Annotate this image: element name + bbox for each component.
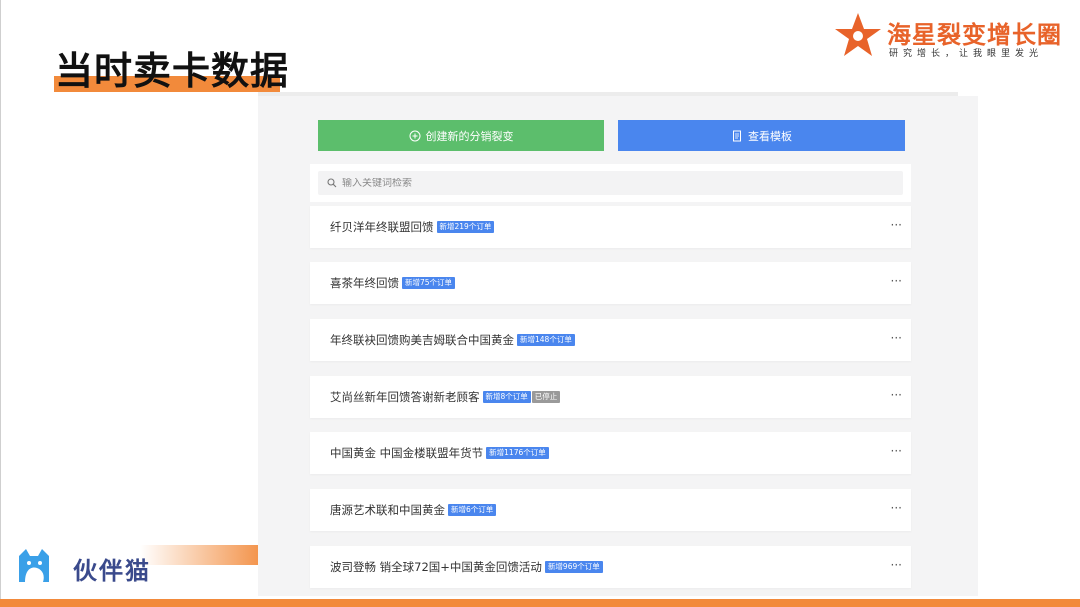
campaign-card[interactable]: 喜茶年终回馈 新增75个订单 ··· — [310, 262, 911, 304]
search-box[interactable] — [318, 171, 903, 195]
order-count-badge: 新增75个订单 — [402, 277, 456, 289]
search-area — [310, 164, 911, 202]
footer-brand-text: 伙伴猫 — [73, 557, 151, 585]
star-icon — [835, 13, 881, 56]
cat-logo-icon — [19, 549, 49, 582]
order-count-badge: 新增219个订单 — [436, 221, 495, 233]
campaign-title: 艾尚丝新年回馈答谢新老顾客 — [330, 390, 480, 404]
more-options-icon[interactable]: ··· — [891, 559, 902, 571]
bottom-accent-bar — [0, 599, 1080, 607]
more-options-icon[interactable]: ··· — [891, 502, 902, 514]
more-options-icon[interactable]: ··· — [891, 445, 902, 457]
order-count-badge: 新增1176个订单 — [486, 447, 549, 459]
campaign-card[interactable]: 唐源艺术联和中国黄金 新增6个订单 ··· — [310, 489, 911, 531]
create-distribution-button[interactable]: 创建新的分销裂变 — [318, 120, 604, 151]
campaign-title: 纤贝洋年终联盟回馈 — [330, 220, 434, 234]
more-options-icon[interactable]: ··· — [891, 275, 902, 287]
plus-circle-icon — [409, 130, 420, 141]
slide-title: 当时卖卡数据 — [55, 49, 290, 93]
footer-logo: 伙伴猫 — [15, 543, 175, 587]
brand-slogan: 研究增长，让我眼里发光 — [889, 49, 1044, 59]
campaign-title: 年终联袂回馈购美吉姆联合中国黄金 — [330, 333, 514, 347]
campaign-card[interactable]: 年终联袂回馈购美吉姆联合中国黄金 新增148个订单 ··· — [310, 319, 911, 361]
view-template-label: 查看模板 — [748, 129, 792, 143]
app-screenshot-panel: 创建新的分销裂变 查看模板 纤贝洋年终联盟回馈 新增219个订单 ··· 喜茶年… — [258, 96, 978, 596]
brand-logo: 海星裂变增长圈 研究增长，让我眼里发光 — [833, 12, 1073, 62]
campaign-title: 喜茶年终回馈 — [330, 276, 399, 290]
campaign-card[interactable]: 波司登畅 销全球72国+中国黄金回馈活动 新增969个订单 ··· — [310, 546, 911, 588]
order-count-badge: 新增6个订单 — [448, 504, 497, 516]
order-count-badge: 新增969个订单 — [544, 561, 603, 573]
view-template-button[interactable]: 查看模板 — [618, 120, 905, 151]
order-count-badge: 新增148个订单 — [517, 334, 575, 346]
more-options-icon[interactable]: ··· — [891, 389, 902, 401]
stopped-status-badge: 已停止 — [531, 391, 561, 403]
campaign-card[interactable]: 艾尚丝新年回馈答谢新老顾客 新增8个订单 已停止 ··· — [310, 376, 911, 418]
more-options-icon[interactable]: ··· — [891, 219, 902, 231]
campaign-card[interactable]: 纤贝洋年终联盟回馈 新增219个订单 ··· — [310, 206, 911, 248]
slide-left-border — [0, 0, 1, 607]
search-icon — [327, 178, 337, 188]
more-options-icon[interactable]: ··· — [891, 332, 902, 344]
create-distribution-label: 创建新的分销裂变 — [425, 129, 514, 143]
campaign-title: 唐源艺术联和中国黄金 — [330, 503, 445, 517]
search-input[interactable] — [342, 177, 882, 189]
campaign-card[interactable]: 中国黄金 中国金楼联盟年货节 新增1176个订单 ··· — [310, 432, 911, 474]
brand-name: 海星裂变增长圈 — [887, 21, 1062, 49]
campaign-title: 中国黄金 中国金楼联盟年货节 — [330, 446, 484, 460]
campaign-title: 波司登畅 销全球72国+中国黄金回馈活动 — [330, 560, 542, 574]
document-icon — [733, 130, 741, 141]
order-count-badge: 新增8个订单 — [482, 391, 531, 403]
